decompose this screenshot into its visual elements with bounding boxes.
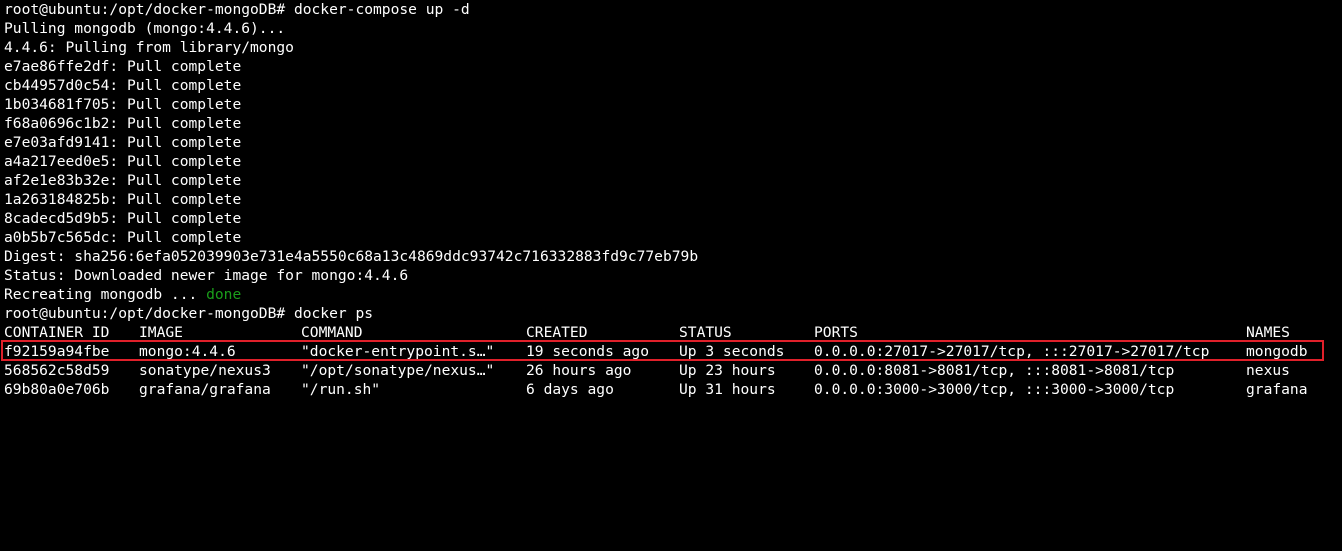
table-row-nexus: 568562c58d59 sonatype/nexus3 "/opt/sonat… [4, 361, 1342, 380]
header-status: STATUS [679, 324, 732, 341]
cell-created: 19 seconds ago [526, 343, 650, 360]
header-names: NAMES [1246, 324, 1290, 341]
output-line: Digest: sha256:6efa052039903e731e4a5550c… [4, 248, 699, 265]
done-status: done [206, 286, 242, 303]
output-line: Pulling mongodb (mongo:4.4.6)... [4, 20, 286, 37]
cell-ports: 0.0.0.0:3000->3000/tcp, :::3000->3000/tc… [814, 381, 1175, 398]
cell-command: "docker-entrypoint.s…" [301, 343, 495, 360]
output-line: 1a263184825b: Pull complete [4, 191, 242, 208]
cell-ports: 0.0.0.0:8081->8081/tcp, :::8081->8081/tc… [814, 362, 1175, 379]
cell-container-id: 568562c58d59 [4, 362, 110, 379]
cell-image: mongo:4.4.6 [139, 343, 236, 360]
cell-command: "/run.sh" [301, 381, 381, 398]
cell-created: 6 days ago [526, 381, 614, 398]
cell-names: mongodb [1246, 343, 1308, 360]
cell-image: sonatype/nexus3 [139, 362, 271, 379]
cell-container-id: f92159a94fbe [4, 343, 110, 360]
header-ports: PORTS [814, 324, 858, 341]
output-line: 4.4.6: Pulling from library/mongo [4, 39, 294, 56]
table-row-mongodb: f92159a94fbe mongo:4.4.6 "docker-entrypo… [4, 342, 1342, 361]
header-command: COMMAND [301, 324, 363, 341]
cell-status: Up 3 seconds [679, 343, 785, 360]
cell-container-id: 69b80a0e706b [4, 381, 110, 398]
header-image: IMAGE [139, 324, 183, 341]
terminal-output: root@ubuntu:/opt/docker-mongoDB# docker-… [4, 0, 1342, 285]
cell-created: 26 hours ago [526, 362, 632, 379]
recreating-text: Recreating mongodb ... [4, 286, 207, 303]
cell-status: Up 31 hours [679, 381, 776, 398]
cell-names: grafana [1246, 381, 1308, 398]
output-line: 1b034681f705: Pull complete [4, 96, 242, 113]
header-container-id: CONTAINER ID [4, 324, 110, 341]
cell-names: nexus [1246, 362, 1290, 379]
header-created: CREATED [526, 324, 588, 341]
table-header: CONTAINER ID IMAGE COMMAND CREATED STATU… [4, 323, 1342, 342]
cell-image: grafana/grafana [139, 381, 271, 398]
output-line: e7ae86ffe2df: Pull complete [4, 58, 242, 75]
output-line: f68a0696c1b2: Pull complete [4, 115, 242, 132]
table-row-grafana: 69b80a0e706b grafana/grafana "/run.sh" 6… [4, 380, 1342, 399]
cell-command: "/opt/sonatype/nexus…" [301, 362, 495, 379]
cell-status: Up 23 hours [679, 362, 776, 379]
output-line: Status: Downloaded newer image for mongo… [4, 267, 409, 284]
cell-ports: 0.0.0.0:27017->27017/tcp, :::27017->2701… [814, 343, 1210, 360]
output-line: a4a217eed0e5: Pull complete [4, 153, 242, 170]
output-line: cb44957d0c54: Pull complete [4, 77, 242, 94]
output-line: a0b5b7c565dc: Pull complete [4, 229, 242, 246]
ps-command-line: root@ubuntu:/opt/docker-mongoDB# docker … [4, 305, 374, 322]
terminal-window[interactable]: root@ubuntu:/opt/docker-mongoDB# docker-… [0, 0, 1342, 405]
recreating-line: Recreating mongodb ... done [4, 285, 1342, 304]
output-line: 8cadecd5d9b5: Pull complete [4, 210, 242, 227]
output-line: e7e03afd9141: Pull complete [4, 134, 242, 151]
output-line: root@ubuntu:/opt/docker-mongoDB# docker-… [4, 1, 470, 18]
output-line: af2e1e83b32e: Pull complete [4, 172, 242, 189]
